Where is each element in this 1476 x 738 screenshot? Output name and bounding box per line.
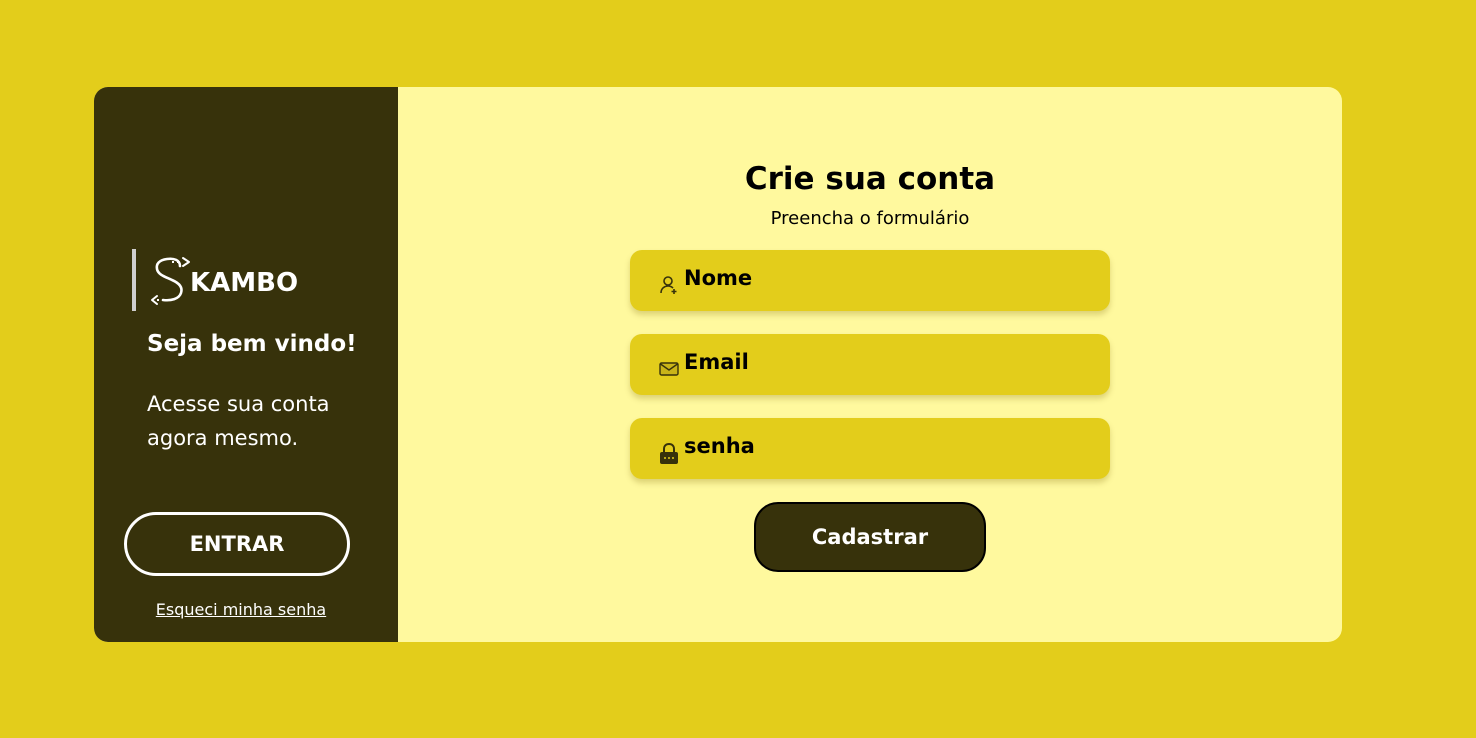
password-field[interactable]	[630, 418, 1110, 479]
signup-card: KAMBO Seja bem vindo! Acesse sua conta a…	[94, 87, 1342, 642]
email-input[interactable]	[684, 349, 1084, 374]
signup-form-panel: Crie sua conta Preencha o formulário Nom…	[398, 87, 1342, 642]
logo-s-arrows-icon	[151, 257, 190, 305]
envelope-icon	[658, 358, 680, 380]
access-text: Acesse sua conta agora mesmo.	[147, 392, 330, 450]
welcome-panel: KAMBO Seja bem vindo! Acesse sua conta a…	[94, 87, 398, 642]
logo-text: KAMBO	[190, 268, 299, 298]
lock-icon	[658, 442, 680, 464]
name-input[interactable]	[684, 265, 1084, 290]
user-plus-icon	[658, 274, 680, 296]
enter-button[interactable]: ENTRAR	[124, 512, 350, 576]
register-button[interactable]: Cadastrar	[754, 502, 986, 572]
brand-logo: KAMBO	[132, 249, 298, 311]
form-subtitle: Preencha o formulário	[770, 208, 970, 229]
password-input[interactable]	[684, 433, 1084, 458]
name-field[interactable]	[630, 250, 1110, 311]
forgot-password-link[interactable]: Esqueci minha senha	[94, 600, 388, 619]
form-title: Crie sua conta	[744, 161, 996, 197]
welcome-heading: Seja bem vindo!	[147, 331, 357, 357]
email-field[interactable]	[630, 334, 1110, 395]
